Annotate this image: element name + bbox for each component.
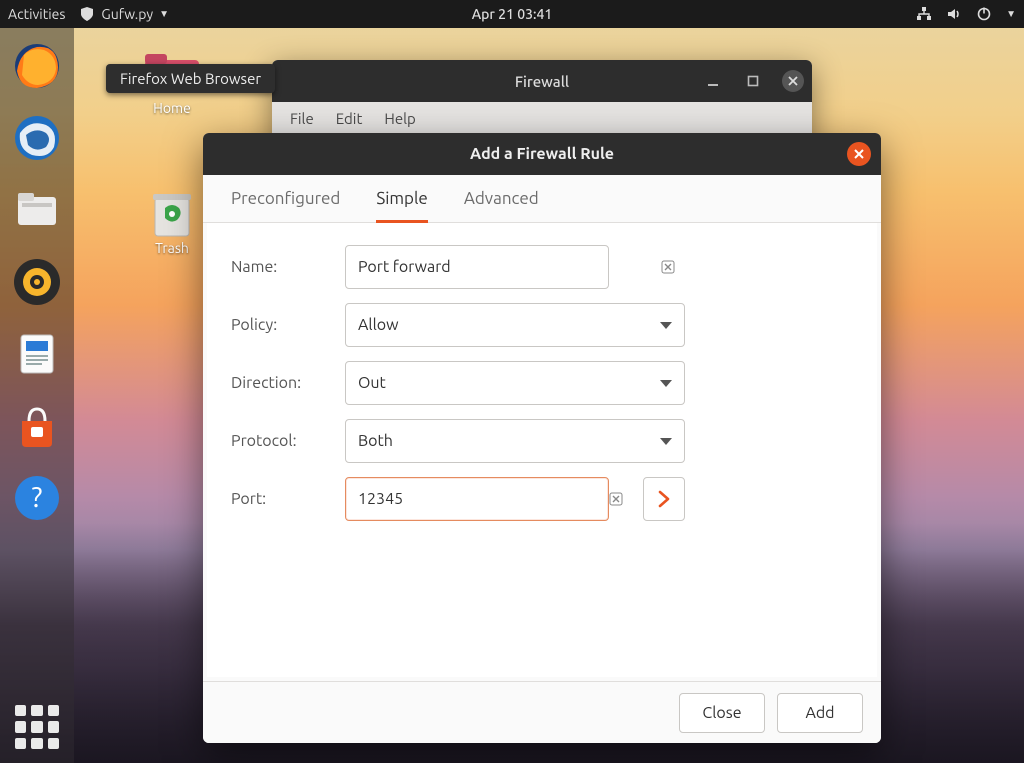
- add-button[interactable]: Add: [777, 693, 863, 733]
- dock: ?: [0, 28, 74, 763]
- dock-writer[interactable]: [9, 326, 65, 382]
- app-menu[interactable]: Gufw.py ▼: [79, 6, 169, 22]
- maximize-button[interactable]: [742, 70, 764, 92]
- tab-preconfigured[interactable]: Preconfigured: [231, 189, 340, 222]
- caret-down-icon: [660, 380, 672, 387]
- dialog-tabs: Preconfigured Simple Advanced: [203, 175, 881, 223]
- direction-select[interactable]: Out: [345, 361, 685, 405]
- protocol-label: Protocol:: [231, 432, 337, 450]
- dock-thunderbird[interactable]: [9, 110, 65, 166]
- dialog-close-button[interactable]: [847, 142, 871, 166]
- clear-icon[interactable]: [661, 260, 675, 274]
- port-input[interactable]: [345, 477, 609, 521]
- clear-icon[interactable]: [609, 492, 623, 506]
- caret-down-icon: [660, 322, 672, 329]
- direction-label: Direction:: [231, 374, 337, 392]
- menu-file[interactable]: File: [290, 110, 314, 127]
- show-applications[interactable]: [15, 705, 59, 749]
- tab-simple[interactable]: Simple: [376, 189, 428, 223]
- policy-value: Allow: [358, 316, 399, 334]
- caret-down-icon[interactable]: ▼: [1006, 8, 1016, 20]
- dock-firefox[interactable]: [9, 38, 65, 94]
- firewall-titlebar[interactable]: Firewall: [272, 60, 812, 102]
- power-icon[interactable]: [976, 6, 992, 22]
- policy-select[interactable]: Allow: [345, 303, 685, 347]
- top-bar: Activities Gufw.py ▼ Apr 21 03:41 ▼: [0, 0, 1024, 28]
- dialog-title: Add a Firewall Rule: [470, 145, 614, 163]
- dialog-titlebar[interactable]: Add a Firewall Rule: [203, 133, 881, 175]
- tooltip-firefox: Firefox Web Browser: [106, 64, 275, 93]
- desktop-home-label: Home: [132, 100, 212, 116]
- firewall-title: Firewall: [515, 73, 569, 90]
- minimize-button[interactable]: [702, 70, 724, 92]
- clock[interactable]: Apr 21 03:41: [472, 6, 553, 22]
- caret-down-icon: ▼: [159, 8, 169, 20]
- protocol-select[interactable]: Both: [345, 419, 685, 463]
- close-button[interactable]: Close: [679, 693, 765, 733]
- name-label: Name:: [231, 258, 337, 276]
- port-label: Port:: [231, 490, 337, 508]
- desktop-trash-label: Trash: [132, 240, 212, 256]
- dialog-footer: Close Add: [203, 681, 881, 743]
- desktop-trash[interactable]: Trash: [132, 188, 212, 256]
- menu-help[interactable]: Help: [384, 110, 415, 127]
- activities-button[interactable]: Activities: [8, 6, 65, 22]
- volume-icon[interactable]: [946, 6, 962, 22]
- network-icon[interactable]: [916, 6, 932, 22]
- protocol-value: Both: [358, 432, 393, 450]
- svg-text:?: ?: [32, 482, 43, 513]
- caret-down-icon: [660, 438, 672, 445]
- app-menu-label: Gufw.py: [101, 6, 153, 22]
- policy-label: Policy:: [231, 316, 337, 334]
- dock-software[interactable]: [9, 398, 65, 454]
- dialog-body: Name: Policy: Allow Direction: Out Proto…: [203, 223, 881, 681]
- shield-icon: [79, 6, 95, 22]
- direction-value: Out: [358, 374, 386, 392]
- dock-help[interactable]: ?: [9, 470, 65, 526]
- add-rule-dialog: Add a Firewall Rule Preconfigured Simple…: [203, 133, 881, 743]
- firewall-menubar: File Edit Help: [272, 102, 812, 136]
- port-expand-button[interactable]: [643, 477, 685, 521]
- tab-advanced[interactable]: Advanced: [464, 189, 539, 222]
- dock-files[interactable]: [9, 182, 65, 238]
- close-button[interactable]: [782, 70, 804, 92]
- name-input[interactable]: [345, 245, 609, 289]
- dock-rhythmbox[interactable]: [9, 254, 65, 310]
- menu-edit[interactable]: Edit: [336, 110, 363, 127]
- chevron-right-icon: [657, 490, 671, 508]
- trash-icon: [143, 188, 201, 236]
